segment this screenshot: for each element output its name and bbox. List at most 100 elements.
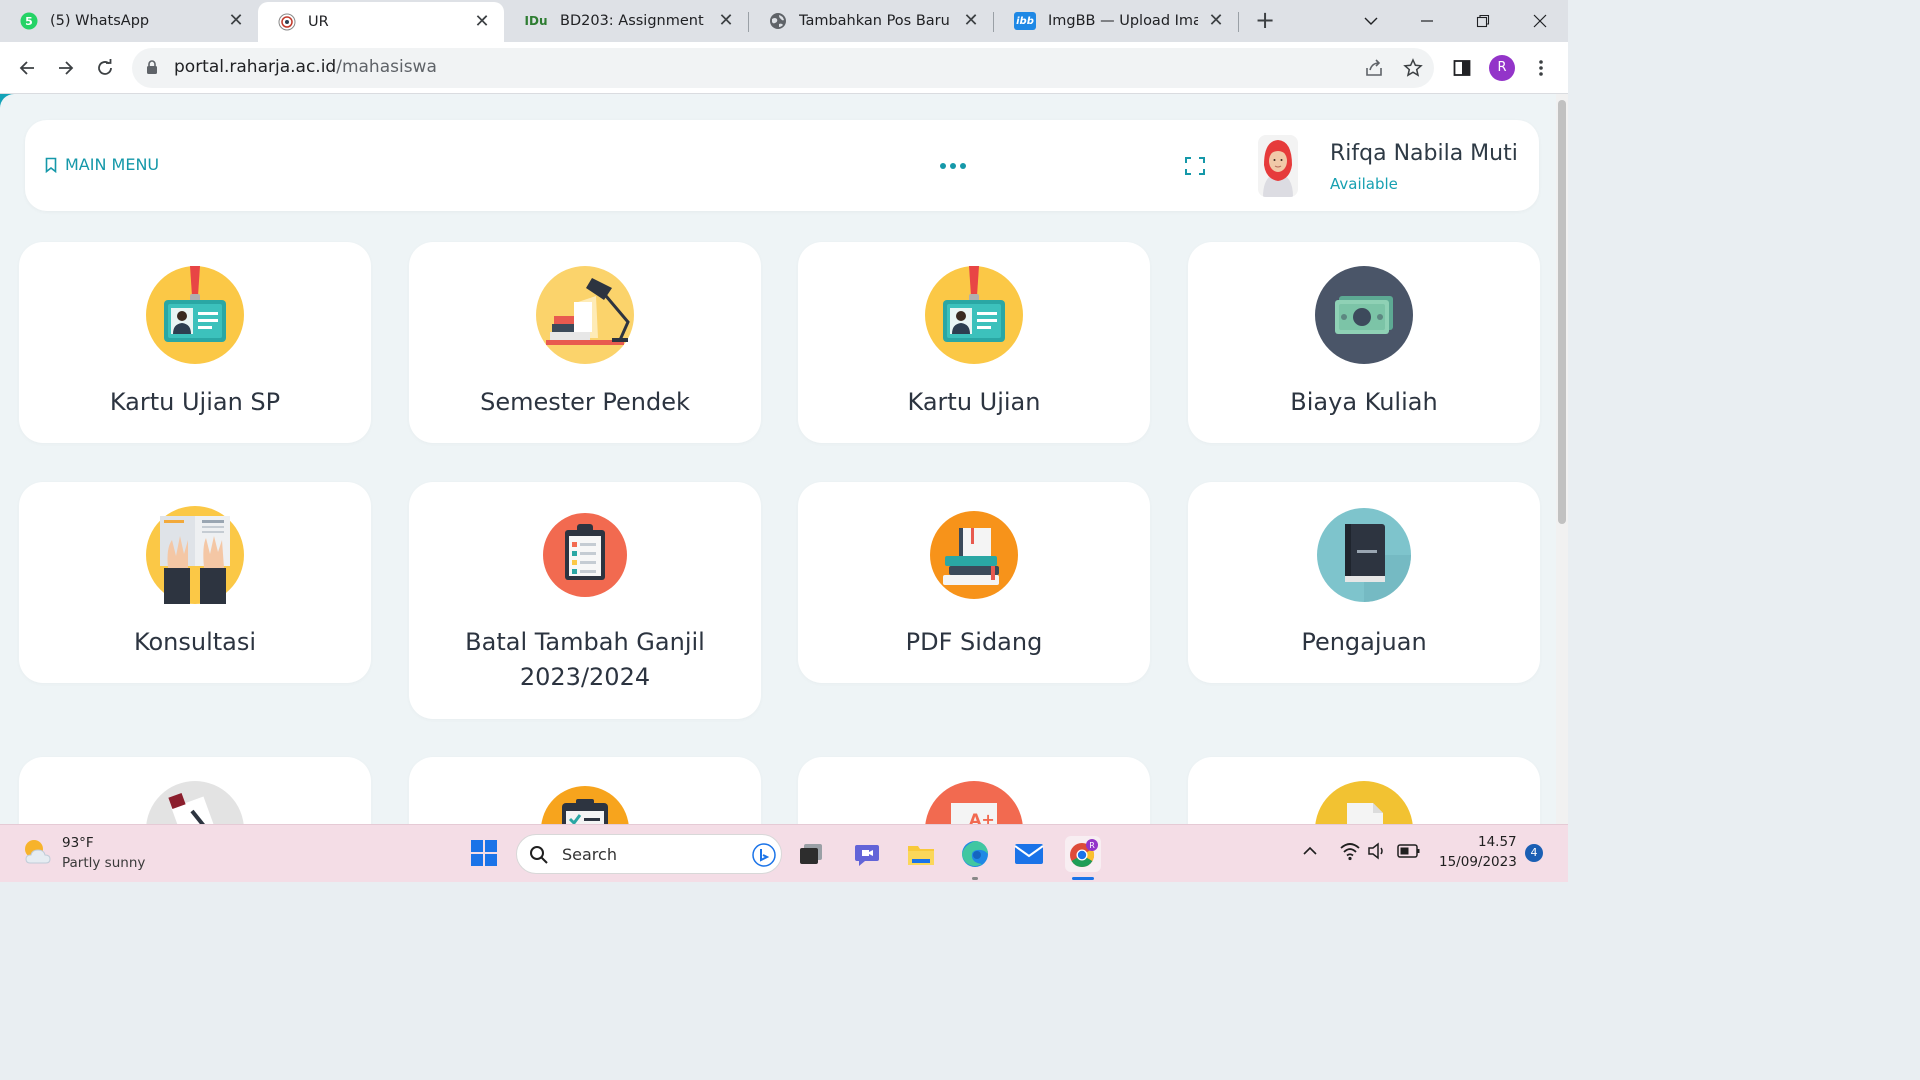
notification-badge[interactable]: 4: [1525, 844, 1543, 862]
tab-title: (5) WhatsApp: [50, 13, 150, 29]
bing-icon[interactable]: [752, 843, 776, 871]
taskbar-search[interactable]: Search: [516, 834, 782, 874]
new-tab-button[interactable]: +: [1252, 8, 1278, 34]
url-text: portal.raharja.ac.id/mahasiswa: [174, 57, 437, 77]
active-app-indicator: [1072, 877, 1094, 880]
book-stack-icon: [925, 506, 1023, 604]
page-content: MAIN MENU Rifqa Nabila Muti Available Ka…: [0, 94, 1556, 824]
card-batal-tambah-ganjil[interactable]: Batal Tambah Ganjil 2023/2024: [409, 482, 761, 719]
minimize-icon[interactable]: [1413, 8, 1441, 34]
side-panel-icon[interactable]: [1448, 54, 1476, 82]
windows-start-icon[interactable]: [470, 839, 498, 871]
weather-temperature[interactable]: 93°F: [62, 835, 94, 851]
card-biaya-kuliah[interactable]: Biaya Kuliah: [1188, 242, 1540, 443]
partly-sunny-icon[interactable]: [22, 837, 54, 871]
bookmark-icon: [45, 157, 57, 173]
scrollbar-thumb[interactable]: [1558, 100, 1566, 524]
search-icon: [529, 845, 549, 869]
card-label: PDF Sidang: [905, 628, 1043, 656]
user-avatar[interactable]: [1258, 135, 1298, 197]
svg-text:5: 5: [25, 15, 33, 28]
running-app-indicator: [972, 877, 978, 880]
svg-text:R: R: [1089, 841, 1095, 850]
chrome-menu-icon[interactable]: [1527, 54, 1555, 82]
windows-taskbar: 93°F Partly sunny Search R 14.57 15/09/2…: [0, 824, 1568, 882]
card-row3-3[interactable]: A+: [798, 757, 1150, 824]
card-konsultasi[interactable]: Konsultasi: [19, 482, 371, 683]
main-menu-button[interactable]: MAIN MENU: [45, 155, 159, 174]
tab-imgbb[interactable]: ibb ImgBB — Upload Image - ✕: [994, 0, 1238, 42]
browser-tab-strip: 5 (5) WhatsApp ✕ UR ✕ IDu BD203: Assignm…: [0, 0, 1568, 42]
card-kartu-ujian-sp[interactable]: Kartu Ujian SP: [19, 242, 371, 443]
page-scrollbar[interactable]: [1556, 94, 1568, 824]
dark-book-icon: [1315, 506, 1413, 604]
card-label: Konsultasi: [133, 628, 257, 656]
lock-icon[interactable]: [146, 60, 158, 79]
bookmark-star-icon[interactable]: [1399, 54, 1427, 82]
volume-icon[interactable]: [1367, 841, 1389, 865]
tab-search-chevron-icon[interactable]: [1357, 8, 1385, 34]
card-label: Pengajuan: [1301, 628, 1427, 656]
open-book-hands-icon: [146, 506, 244, 604]
chrome-icon[interactable]: R: [1065, 836, 1101, 872]
id-card-icon: [925, 266, 1023, 364]
battery-icon[interactable]: [1397, 842, 1421, 864]
close-tab-icon[interactable]: ✕: [716, 11, 736, 31]
clock-time[interactable]: 14.57: [1478, 834, 1517, 850]
document-icon: [1315, 781, 1413, 824]
grade-paper-icon: A+: [925, 781, 1023, 824]
profile-avatar[interactable]: R: [1489, 55, 1515, 81]
checklist-board-icon: [536, 781, 634, 824]
card-label: Kartu Ujian: [907, 388, 1041, 416]
weather-description[interactable]: Partly sunny: [62, 855, 145, 871]
fullscreen-icon[interactable]: [1185, 157, 1205, 179]
mail-icon[interactable]: [1011, 836, 1047, 872]
card-label: Kartu Ujian SP: [109, 388, 281, 416]
chevron-up-icon[interactable]: [1302, 843, 1318, 862]
ur-logo-icon: [278, 13, 296, 31]
forward-arrow-icon[interactable]: [52, 54, 80, 82]
more-options-icon[interactable]: [940, 163, 966, 169]
close-tab-icon[interactable]: ✕: [961, 11, 981, 31]
card-row3-1[interactable]: [19, 757, 371, 824]
tab-title: ImgBB — Upload Image -: [1048, 13, 1198, 29]
card-pdf-sidang[interactable]: PDF Sidang: [798, 482, 1150, 683]
reload-icon[interactable]: [91, 54, 119, 82]
tab-title: UR: [308, 14, 329, 30]
tab-tambahkan-pos[interactable]: Tambahkan Pos Baru ‹ Bis ✕: [749, 0, 993, 42]
back-arrow-icon[interactable]: [13, 54, 41, 82]
share-icon[interactable]: [1360, 54, 1388, 82]
file-explorer-icon[interactable]: [903, 836, 939, 872]
card-kartu-ujian[interactable]: Kartu Ujian: [798, 242, 1150, 443]
imgbb-icon: ibb: [1014, 12, 1036, 30]
user-status: Available: [1330, 175, 1398, 193]
tab-assignment[interactable]: IDu BD203: Assignment 1 - Ec ✕: [504, 0, 748, 42]
task-view-icon[interactable]: [793, 836, 829, 872]
signing-document-icon: [146, 781, 244, 824]
edge-browser-icon[interactable]: [957, 836, 993, 872]
close-window-icon[interactable]: [1526, 8, 1554, 34]
wifi-icon[interactable]: [1339, 841, 1361, 865]
portal-header: MAIN MENU Rifqa Nabila Muti Available: [25, 120, 1539, 211]
tab-title: Tambahkan Pos Baru ‹ Bis: [799, 13, 953, 29]
card-pengajuan[interactable]: Pengajuan: [1188, 482, 1540, 683]
card-label: Batal Tambah Ganjil 2023/2024: [465, 628, 705, 691]
address-bar[interactable]: portal.raharja.ac.id/mahasiswa: [132, 48, 1434, 88]
tab-whatsapp[interactable]: 5 (5) WhatsApp ✕: [0, 0, 258, 42]
card-row3-4[interactable]: [1188, 757, 1540, 824]
teams-chat-icon[interactable]: [849, 836, 885, 872]
main-menu-label: MAIN MENU: [65, 155, 160, 174]
close-tab-icon[interactable]: ✕: [1206, 11, 1226, 31]
id-card-icon: [146, 266, 244, 364]
tab-ur[interactable]: UR ✕: [258, 2, 504, 42]
restore-icon[interactable]: [1469, 8, 1497, 34]
close-tab-icon[interactable]: ✕: [226, 11, 246, 31]
close-tab-icon[interactable]: ✕: [472, 12, 492, 32]
clock-date[interactable]: 15/09/2023: [1439, 854, 1517, 870]
card-semester-pendek[interactable]: Semester Pendek: [409, 242, 761, 443]
card-label: Biaya Kuliah: [1290, 388, 1438, 416]
card-row3-2[interactable]: [409, 757, 761, 824]
browser-toolbar: portal.raharja.ac.id/mahasiswa R: [0, 42, 1568, 94]
user-name: Rifqa Nabila Muti: [1330, 141, 1518, 166]
svg-text:A+: A+: [969, 810, 995, 824]
